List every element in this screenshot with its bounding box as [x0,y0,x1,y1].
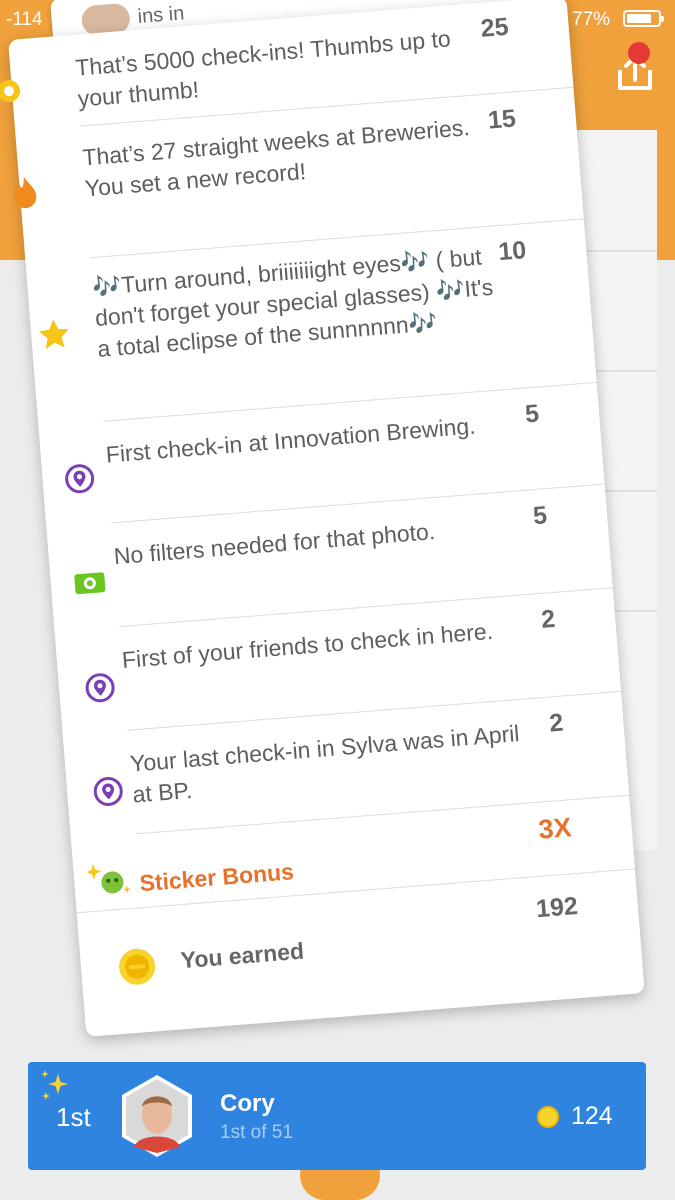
signal-strength: -114 [6,9,43,30]
points-row-value: 2 [540,604,557,634]
points-card: That’s 5000 check-ins! Thumbs up to your… [0,0,645,1037]
rank-position: 1st of 51 [220,1122,293,1143]
sticker-icon [86,863,131,894]
points-row-value: 25 [479,12,510,43]
points-row-value: 2 [548,708,565,738]
you-earned-label: You earned [179,937,305,974]
points-row-text: No filters needed for that photo. [112,518,437,570]
you-earned-value: 192 [535,892,579,924]
flame-icon [14,177,37,209]
points-row-value: 15 [486,104,517,135]
sparkle-icon [41,1070,68,1100]
camera-icon [74,572,106,595]
points-row-text: First of your friends to check in here. [120,617,494,673]
coin-icon [119,948,156,985]
points-row-text: Your last check-in in Sylva was in April… [129,720,521,808]
battery-icon [623,10,664,27]
battery-percent: 77% [572,9,611,30]
location-pin-icon [93,776,123,806]
points-row-value: 10 [497,236,528,267]
coin-count: 124 [571,1102,613,1130]
points-row-value: 5 [531,501,549,531]
rank-label: 1st [56,1102,91,1132]
points-row-value: 5 [523,399,541,429]
notification-badge [628,42,650,64]
star-icon [38,319,69,349]
points-row-text: 🎶Turn around, briiiiiiight eyes🎶 ( but d… [91,243,495,362]
notification-text: ins in [136,2,186,29]
points-row-text: First check-in at Innovation Brewing. [104,412,477,468]
avatar[interactable] [116,1073,198,1159]
sticker-bonus-value: 3X [537,812,573,845]
leaderboard-bar[interactable]: 1st Cory 1st of 51 124 [28,1062,646,1170]
sun-badge-icon [0,80,21,103]
user-name: Cory [220,1090,275,1117]
points-row-text: That’s 27 straight weeks at Breweries. Y… [81,114,471,202]
coin-icon [537,1106,559,1128]
location-pin-icon [85,673,115,703]
location-pin-icon [65,464,95,494]
